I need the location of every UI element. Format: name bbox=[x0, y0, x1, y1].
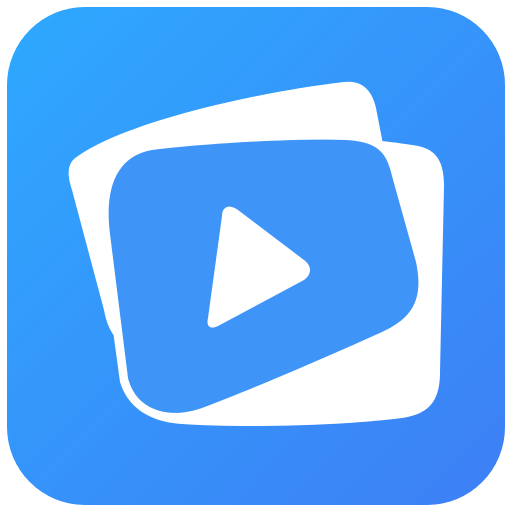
video-player-app-icon bbox=[7, 7, 505, 505]
app-icon-tile bbox=[0, 0, 512, 512]
